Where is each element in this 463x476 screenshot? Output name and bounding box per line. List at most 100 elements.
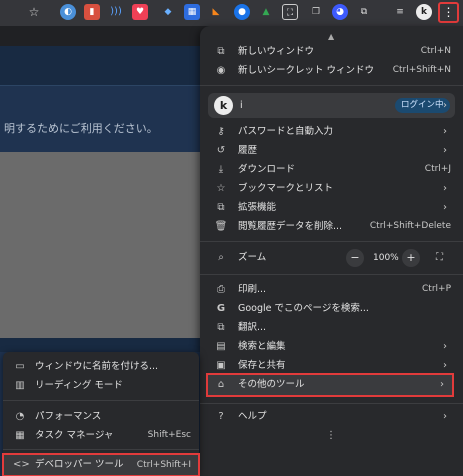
menu-divider [200, 85, 463, 86]
save-icon: ▣ [216, 360, 226, 371]
submenu-item-task-manager[interactable]: ▦ タスク マネージャ Shift+Esc [3, 426, 199, 445]
menu-item-label: ズーム [238, 252, 267, 263]
extension-icon[interactable]: ▮ [84, 4, 100, 20]
menu-item-history[interactable]: ↺ 履歴 › [200, 141, 463, 160]
avatar[interactable]: k [416, 4, 432, 20]
menu-item-shortcut: Ctrl+Shift+N [392, 65, 451, 75]
translate-icon: ⧉ [217, 322, 225, 333]
submenu-item-label: デベロッパー ツール [35, 459, 124, 470]
menu-divider [200, 274, 463, 275]
media-icon[interactable]: ≡ [392, 4, 408, 20]
menu-item-downloads[interactable]: ⤓ ダウンロード Ctrl+J [200, 160, 463, 179]
submenu-item-reading-mode[interactable]: ▥ リーディング モード [3, 376, 199, 395]
menu-item-extensions[interactable]: ⧉ 拡張機能 › [200, 198, 463, 217]
submenu-item-performance[interactable]: ◔ パフォーマンス [3, 407, 199, 426]
menu-item-clear-data[interactable]: 🗑 閲覧履歴データを削除... Ctrl+Shift+Delete [200, 217, 463, 236]
avatar: k [214, 96, 233, 115]
performance-icon: ◔ [15, 411, 25, 422]
menu-item-search-edit[interactable]: ▤ 検索と編集 › [200, 337, 463, 356]
metamask-icon[interactable]: ◣ [208, 4, 224, 20]
google-icon: G [216, 303, 226, 314]
zoom-icon: ⌕ [218, 252, 224, 263]
trash-icon: 🗑 [214, 221, 228, 232]
download-icon: ⤓ [218, 164, 224, 175]
submenu-item-label: パフォーマンス [35, 411, 102, 422]
more-icon: ⋮ [326, 430, 336, 441]
edit-icon: ▤ [216, 341, 226, 352]
menu-item-label: 閲覧履歴データを削除... [238, 221, 343, 232]
key-icon: ⚷ [217, 126, 225, 137]
menu-item-label: 新しいシークレット ウィンドウ [238, 65, 375, 76]
extension-icon[interactable]: ▦ [184, 4, 200, 20]
puzzle-icon[interactable]: ⧉ [356, 4, 372, 20]
zoom-in-button[interactable]: + [402, 249, 420, 267]
task-manager-icon: ▦ [15, 430, 25, 441]
print-icon: ⎙ [217, 284, 225, 295]
menu-item-more[interactable]: ⋮ [200, 426, 463, 445]
fullscreen-icon[interactable]: ⛶ [436, 248, 443, 268]
zoom-level: 100% [373, 253, 399, 263]
menu-item-help[interactable]: ? ヘルプ › [200, 407, 463, 426]
submenu-item-label: リーディング モード [35, 380, 123, 391]
menu-item-label: 検索と編集 [238, 341, 286, 352]
menu-item-label: ヘルプ [238, 411, 267, 422]
profile-row[interactable]: k i ログイン中 › [208, 93, 455, 118]
extension-icon[interactable]: ◐ [60, 4, 76, 20]
menu-item-label: 履歴 [238, 145, 258, 156]
extension-icon[interactable]: ◆ [160, 4, 176, 20]
chevron-right-icon: › [443, 202, 447, 213]
submenu-item-label: ウィンドウに名前を付ける... [35, 361, 159, 372]
menu-item-shortcut: Ctrl+N [420, 46, 451, 56]
submenu-item-label: タスク マネージャ [35, 430, 114, 441]
menu-item-translate[interactable]: ⧉ 翻訳... [200, 318, 463, 337]
menu-item-label: ブックマークとリスト [238, 183, 334, 194]
drive-icon[interactable]: ▲ [258, 4, 274, 20]
menu-item-new-incognito[interactable]: ◉ 新しいシークレット ウィンドウ Ctrl+Shift+N [200, 61, 463, 80]
menu-item-google-search[interactable]: G Google でこのページを検索... [200, 299, 463, 318]
chrome-menu: ▲ ⧉ 新しいウィンドウ Ctrl+N ◉ 新しいシークレット ウィンドウ Ct… [200, 26, 463, 476]
menu-item-zoom: ⌕ ズーム − 100% + ⛶ [200, 248, 463, 268]
menu-item-label: 保存と共有 [238, 360, 286, 371]
submenu-item-devtools[interactable]: <> デベロッパー ツール Ctrl+Shift+I [2, 453, 200, 476]
incognito-icon: ◉ [216, 65, 226, 76]
page-text: 明するためにご利用ください。 [4, 122, 158, 135]
more-tools-submenu: ▭ ウィンドウに名前を付ける... ▥ リーディング モード ◔ パフォーマンス… [2, 352, 200, 476]
extension-icon[interactable]: ◕ [332, 4, 348, 20]
extension-icon[interactable]: ❐ [308, 4, 324, 20]
menu-item-label: 印刷... [238, 284, 267, 295]
menu-item-label: パスワードと自動入力 [238, 126, 334, 137]
submenu-item-shortcut: Shift+Esc [147, 430, 191, 440]
menu-divider [200, 403, 463, 404]
kebab-menu-icon[interactable]: ⋮ [438, 2, 459, 23]
chevron-right-icon: › [443, 360, 447, 371]
profile-name: i [240, 100, 243, 111]
chevron-right-icon: › [443, 145, 447, 156]
menu-item-print[interactable]: ⎙ 印刷... Ctrl+P [200, 280, 463, 299]
puzzle-icon: ⧉ [217, 202, 225, 213]
star-icon: ☆ [216, 183, 226, 194]
menu-divider [3, 449, 199, 450]
menu-item-shortcut: Ctrl+P [422, 284, 451, 294]
new-window-icon: ⧉ [217, 46, 225, 57]
menu-item-passwords[interactable]: ⚷ パスワードと自動入力 › [200, 122, 463, 141]
star-icon[interactable]: ☆ [26, 4, 42, 20]
submenu-item-name-window[interactable]: ▭ ウィンドウに名前を付ける... [3, 357, 199, 376]
page-header [0, 46, 210, 86]
chevron-right-icon: › [443, 100, 447, 111]
toolbox-icon: ⌂ [217, 379, 225, 390]
scroll-up-icon[interactable]: ▲ [328, 32, 334, 41]
extension-icon[interactable]: ⛶ [282, 4, 298, 20]
extension-icon[interactable]: ● [234, 4, 250, 20]
extension-icon[interactable]: ))) [108, 4, 124, 20]
history-icon: ↺ [216, 145, 226, 156]
pocket-icon[interactable]: ♥ [132, 4, 148, 20]
status-badge: ログイン中 [395, 98, 450, 113]
menu-item-more-tools[interactable]: ⌂ その他のツール › [206, 373, 454, 397]
menu-item-save-share[interactable]: ▣ 保存と共有 › [200, 356, 463, 375]
content-panel [0, 152, 210, 338]
code-icon: <> [13, 459, 30, 470]
menu-item-label: 翻訳... [238, 322, 267, 333]
menu-item-bookmarks[interactable]: ☆ ブックマークとリスト › [200, 179, 463, 198]
menu-item-new-window[interactable]: ⧉ 新しいウィンドウ Ctrl+N [200, 42, 463, 61]
zoom-out-button[interactable]: − [346, 249, 364, 267]
